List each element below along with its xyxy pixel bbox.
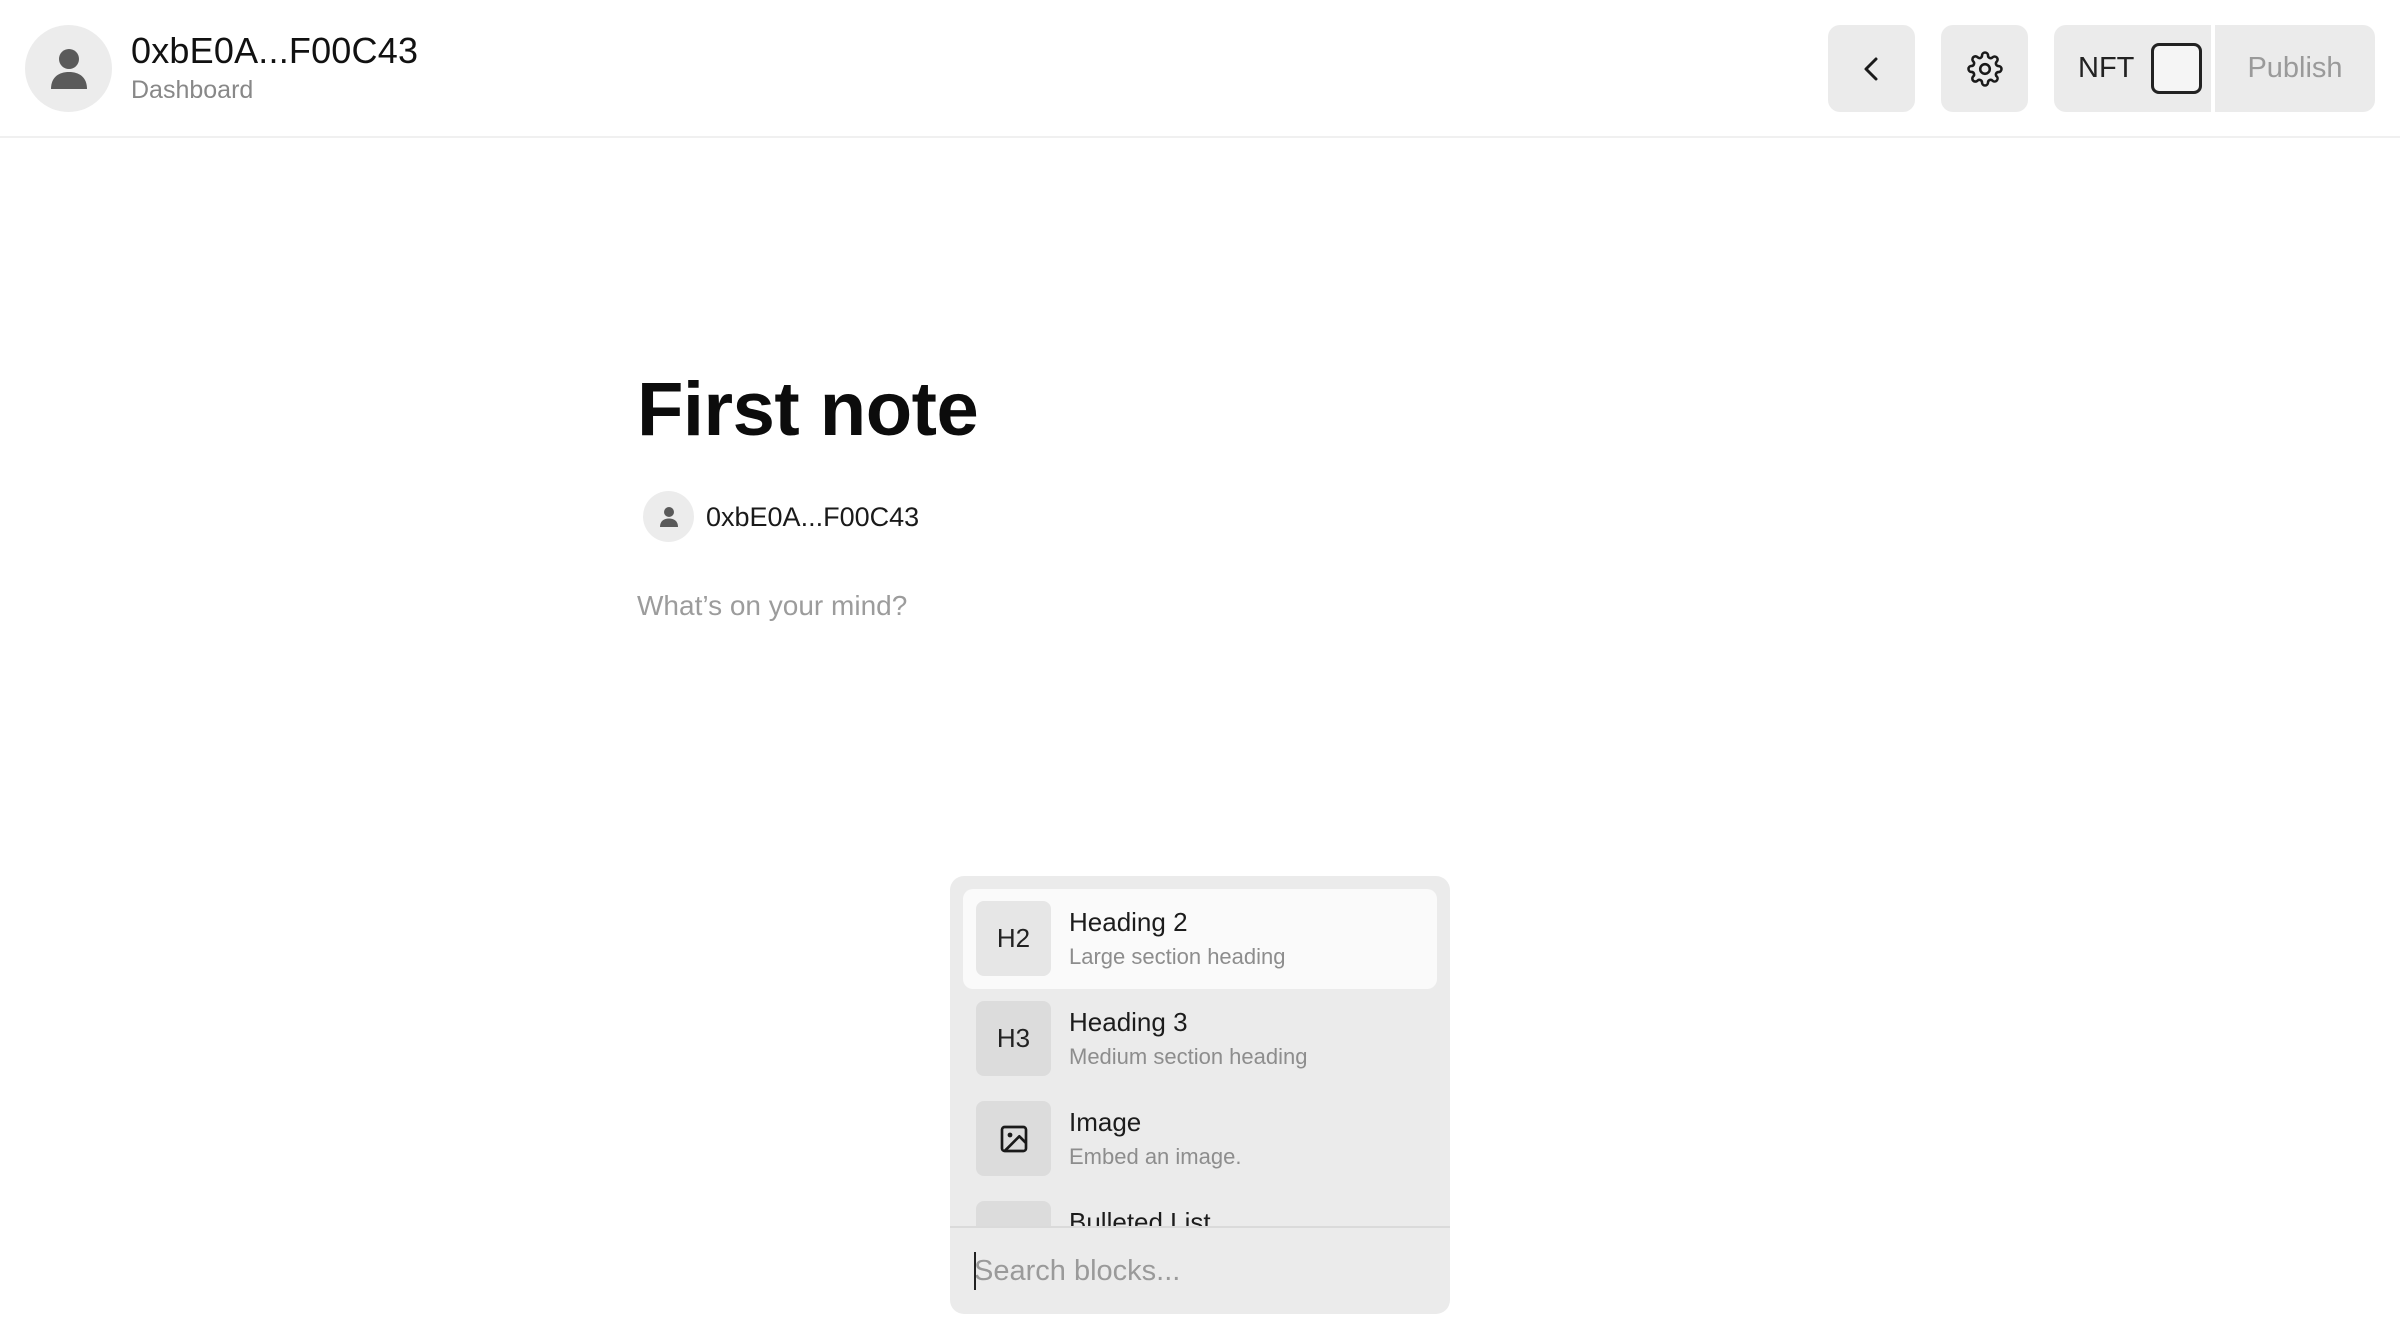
nft-checkbox[interactable] xyxy=(2151,43,2202,94)
block-search-input[interactable] xyxy=(974,1248,1424,1294)
block-item-description: Embed an image. xyxy=(1069,1144,1242,1169)
block-item-heading-2[interactable]: H2 Heading 2 Large section heading xyxy=(963,889,1437,989)
note-title[interactable]: First note xyxy=(637,366,979,453)
gear-icon xyxy=(1966,50,2003,87)
account-name[interactable]: 0xbE0A...F00C43 xyxy=(131,30,418,72)
user-icon xyxy=(50,48,87,89)
block-item-label: Heading 3 xyxy=(1069,1007,1188,1037)
block-insert-menu: H2 Heading 2 Large section heading H3 He… xyxy=(950,876,1450,1314)
account-avatar[interactable] xyxy=(25,25,112,112)
author-avatar xyxy=(643,491,694,542)
block-item-label: Image xyxy=(1069,1107,1142,1137)
heading-3-icon: H3 xyxy=(976,1001,1051,1076)
publish-button[interactable]: Publish xyxy=(2215,25,2375,112)
nft-toggle[interactable]: NFT xyxy=(2054,25,2211,112)
heading-2-icon: H2 xyxy=(976,901,1051,976)
author-name: 0xbE0A...F00C43 xyxy=(706,502,920,532)
block-list[interactable]: H2 Heading 2 Large section heading H3 He… xyxy=(950,876,1450,1226)
dashboard-link[interactable]: Dashboard xyxy=(131,76,253,105)
image-icon xyxy=(976,1101,1051,1176)
block-search xyxy=(950,1228,1450,1314)
block-item-description: Large section heading xyxy=(1069,944,1286,969)
block-item-description: Medium section heading xyxy=(1069,1044,1308,1069)
block-item-bulleted-list[interactable]: Bulleted List xyxy=(963,1189,1437,1226)
text-caret xyxy=(974,1252,976,1290)
block-item-label: Heading 2 xyxy=(1069,907,1188,937)
block-item-heading-3[interactable]: H3 Heading 3 Medium section heading xyxy=(963,989,1437,1089)
note-body-editor[interactable]: What’s on your mind? xyxy=(637,590,907,622)
user-icon xyxy=(659,506,678,527)
top-bar: 0xbE0A...F00C43 Dashboard NFT Publish xyxy=(0,0,2400,138)
back-button[interactable] xyxy=(1828,25,1915,112)
chevron-left-icon xyxy=(1864,57,1877,80)
block-item-image[interactable]: Image Embed an image. xyxy=(963,1089,1437,1189)
bulleted-list-icon xyxy=(976,1201,1051,1226)
block-item-label: Bulleted List xyxy=(1069,1207,1211,1226)
settings-button[interactable] xyxy=(1941,25,2028,112)
nft-label: NFT xyxy=(2078,52,2135,84)
